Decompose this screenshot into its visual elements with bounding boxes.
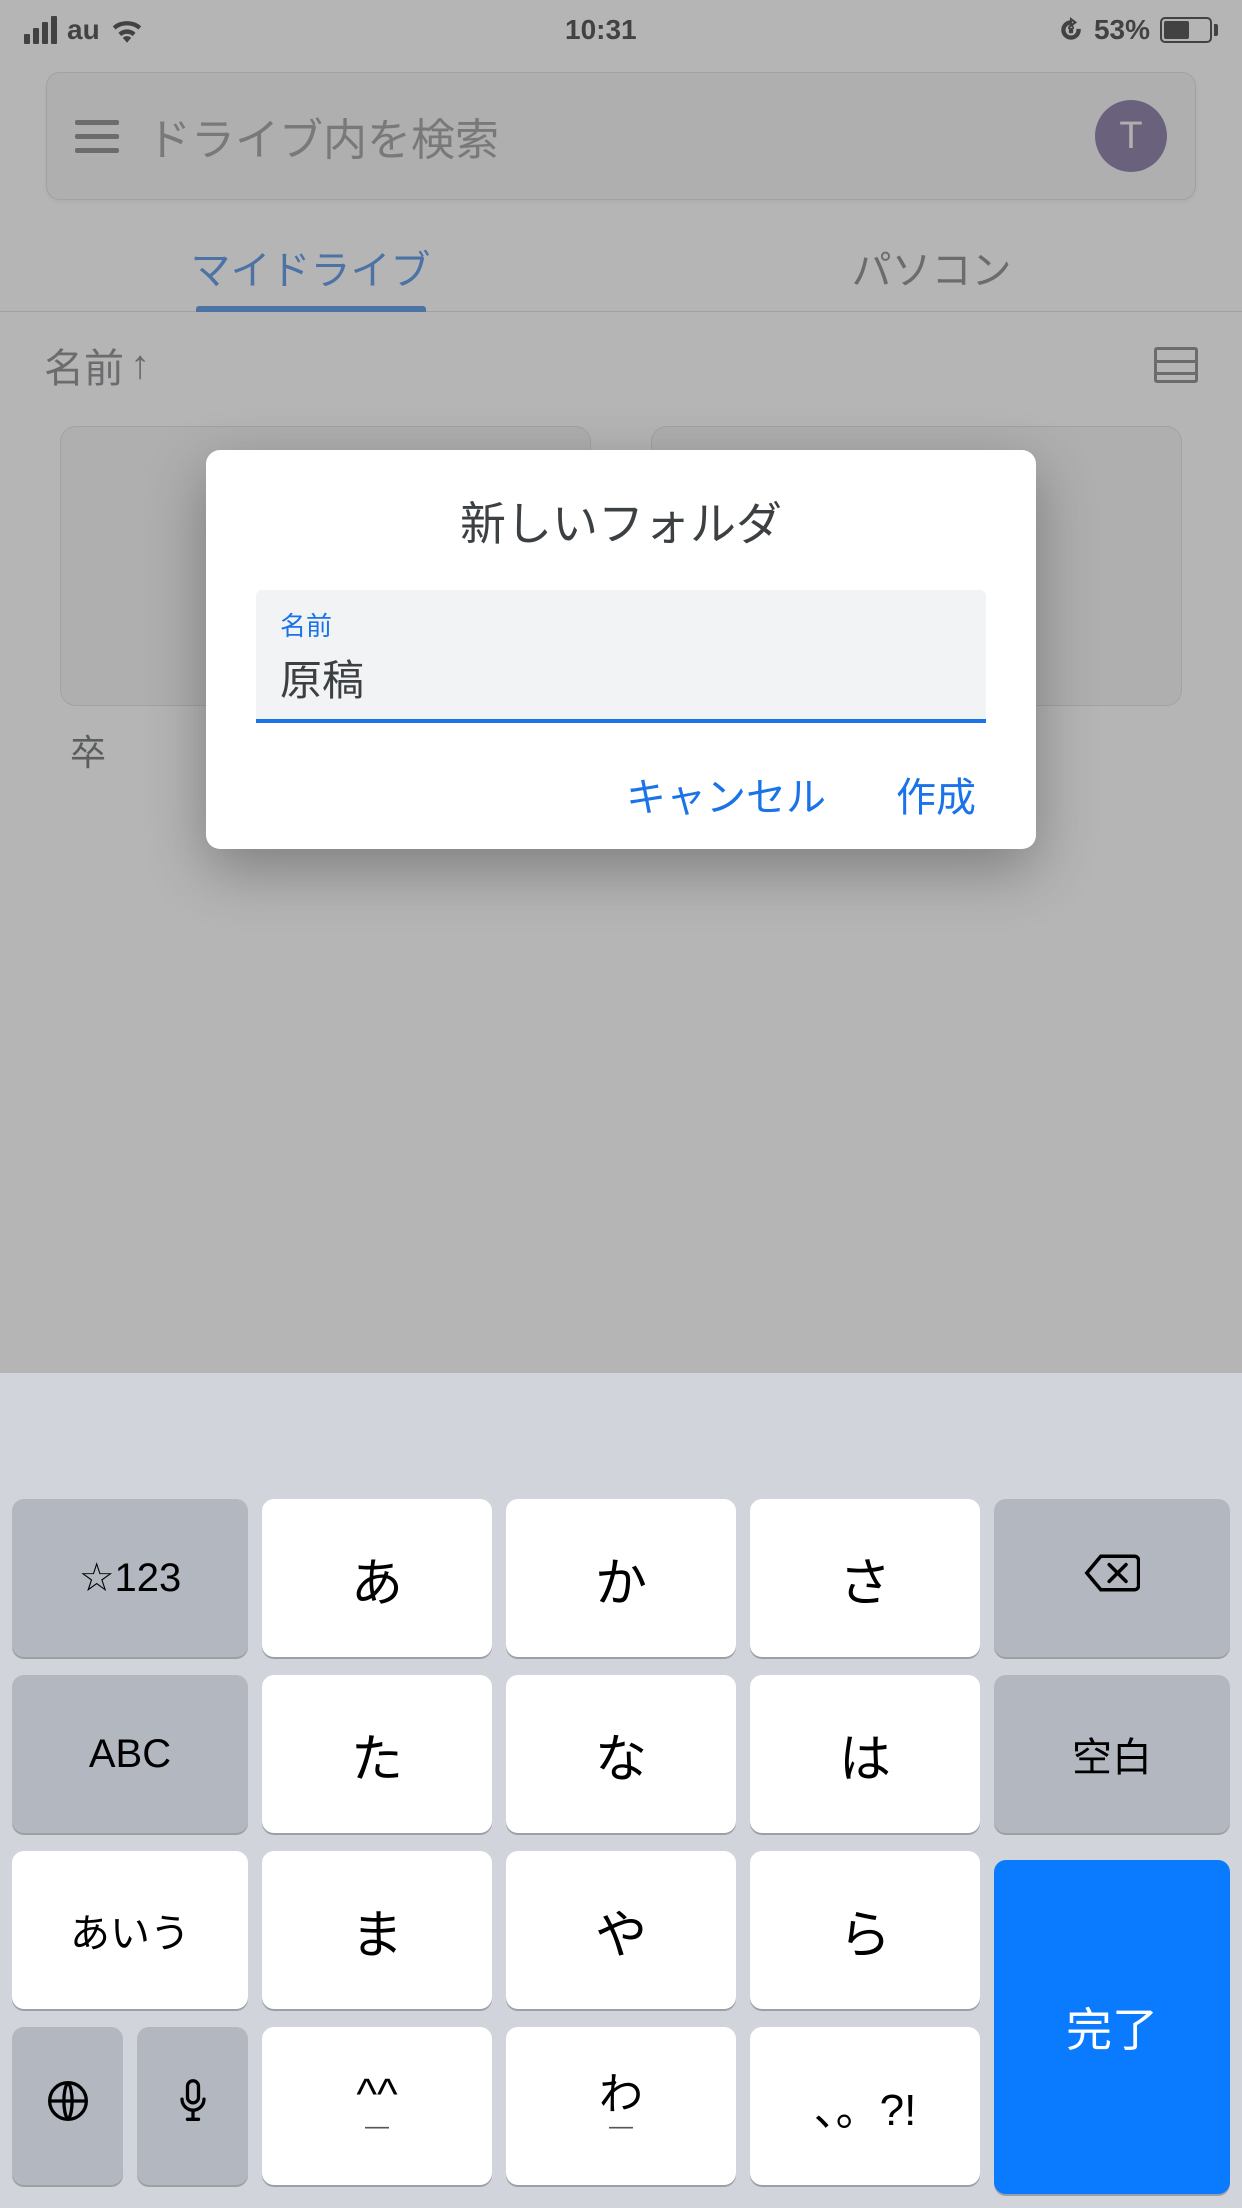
key-mic[interactable] — [137, 2027, 248, 2185]
key-ya[interactable]: や — [506, 1851, 736, 2009]
folder-name-field[interactable]: 名前 — [256, 590, 986, 723]
key-globe[interactable] — [12, 2027, 123, 2185]
key-punct[interactable]: 、。?! — [750, 2027, 980, 2185]
keyboard: ☆123 ABC あいう あ か さ た な は ま や ら — [0, 1373, 1242, 2208]
globe-icon — [46, 2079, 90, 2133]
folder-name-input[interactable] — [280, 653, 962, 701]
key-mode-num[interactable]: ☆123 — [12, 1499, 248, 1657]
cancel-button[interactable]: キャンセル — [626, 765, 826, 823]
key-done[interactable]: 完了 — [994, 1860, 1230, 2194]
input-label: 名前 — [280, 606, 962, 643]
key-ha[interactable]: は — [750, 1675, 980, 1833]
key-delete[interactable] — [994, 1499, 1230, 1657]
new-folder-dialog: 新しいフォルダ 名前 キャンセル 作成 — [206, 450, 1036, 849]
key-sa[interactable]: さ — [750, 1499, 980, 1657]
key-ma[interactable]: ま — [262, 1851, 492, 2009]
key-wa[interactable]: わ— — [506, 2027, 736, 2185]
dialog-title: 新しいフォルダ — [256, 488, 986, 554]
key-ka[interactable]: か — [506, 1499, 736, 1657]
key-space[interactable]: 空白 — [994, 1675, 1230, 1833]
mic-icon — [176, 2079, 210, 2133]
key-mode-abc[interactable]: ABC — [12, 1675, 248, 1833]
key-mode-kana[interactable]: あいう — [12, 1851, 248, 2009]
key-symbol[interactable]: ^^— — [262, 2027, 492, 2185]
key-ra[interactable]: ら — [750, 1851, 980, 2009]
key-na[interactable]: な — [506, 1675, 736, 1833]
key-ta[interactable]: た — [262, 1675, 492, 1833]
create-button[interactable]: 作成 — [896, 765, 976, 823]
key-a[interactable]: あ — [262, 1499, 492, 1657]
delete-icon — [1084, 1553, 1140, 1603]
